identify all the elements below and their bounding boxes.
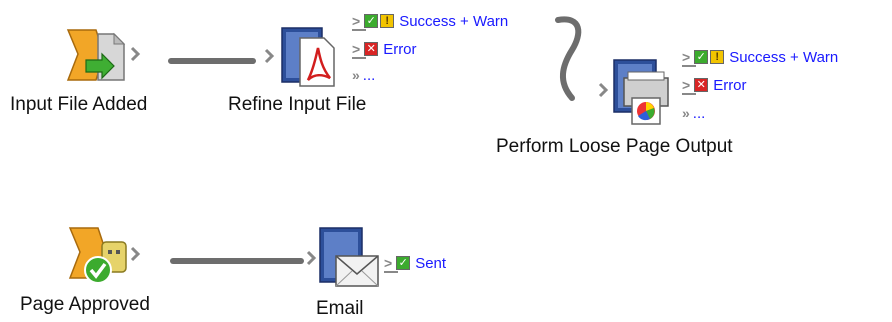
perform-error-link[interactable]: Error (713, 77, 746, 94)
input-file-added-icon[interactable] (66, 24, 148, 86)
perform-loose-page-output-label: Perform Loose Page Output (496, 136, 733, 157)
warning-icon: ! (710, 50, 725, 64)
refine-more-link[interactable]: ... (363, 67, 376, 84)
refine-port-success-warn[interactable]: > ✓ ! Success + Warn (352, 12, 508, 31)
refine-error-link[interactable]: Error (383, 41, 416, 58)
refine-success-warn-link[interactable]: Success + Warn (399, 13, 508, 30)
port-chevron-icon: > (352, 13, 367, 31)
email-port-sent[interactable]: > ✓ Sent (384, 254, 446, 273)
refine-input-file-label: Refine Input File (228, 94, 367, 115)
perform-loose-page-output-icon[interactable] (598, 58, 682, 126)
email-label: Email (316, 298, 364, 319)
warning-icon: ! (380, 14, 395, 28)
perform-port-success-warn[interactable]: > ✓ ! Success + Warn (682, 48, 838, 67)
double-chevron-icon: » (682, 105, 690, 121)
refine-port-more[interactable]: » ... (352, 66, 375, 84)
perform-port-error[interactable]: > ✕ Error (682, 76, 747, 95)
connector-input-to-refine[interactable] (168, 58, 256, 64)
page-approved-label: Page Approved (20, 294, 150, 315)
input-file-added-label: Input File Added (10, 94, 148, 115)
success-check-icon: ✓ (396, 256, 411, 270)
perform-success-warn-link[interactable]: Success + Warn (729, 49, 838, 66)
success-check-icon: ✓ (364, 14, 379, 28)
error-x-icon: ✕ (694, 78, 709, 92)
connector-approved-to-email[interactable] (170, 258, 304, 264)
email-icon[interactable] (306, 226, 382, 290)
port-chevron-icon: > (384, 255, 399, 273)
perform-port-more[interactable]: » ... (682, 104, 705, 122)
success-check-icon: ✓ (694, 50, 709, 64)
connector-refine-to-perform[interactable] (552, 14, 592, 104)
refine-port-error[interactable]: > ✕ Error (352, 40, 417, 59)
page-approved-icon[interactable] (68, 224, 150, 286)
port-chevron-icon: > (682, 49, 697, 67)
port-chevron-icon: > (682, 77, 697, 95)
double-chevron-icon: » (352, 67, 360, 83)
port-chevron-icon: > (352, 41, 367, 59)
perform-more-link[interactable]: ... (693, 105, 706, 122)
error-x-icon: ✕ (364, 42, 379, 56)
email-sent-link[interactable]: Sent (415, 255, 446, 272)
